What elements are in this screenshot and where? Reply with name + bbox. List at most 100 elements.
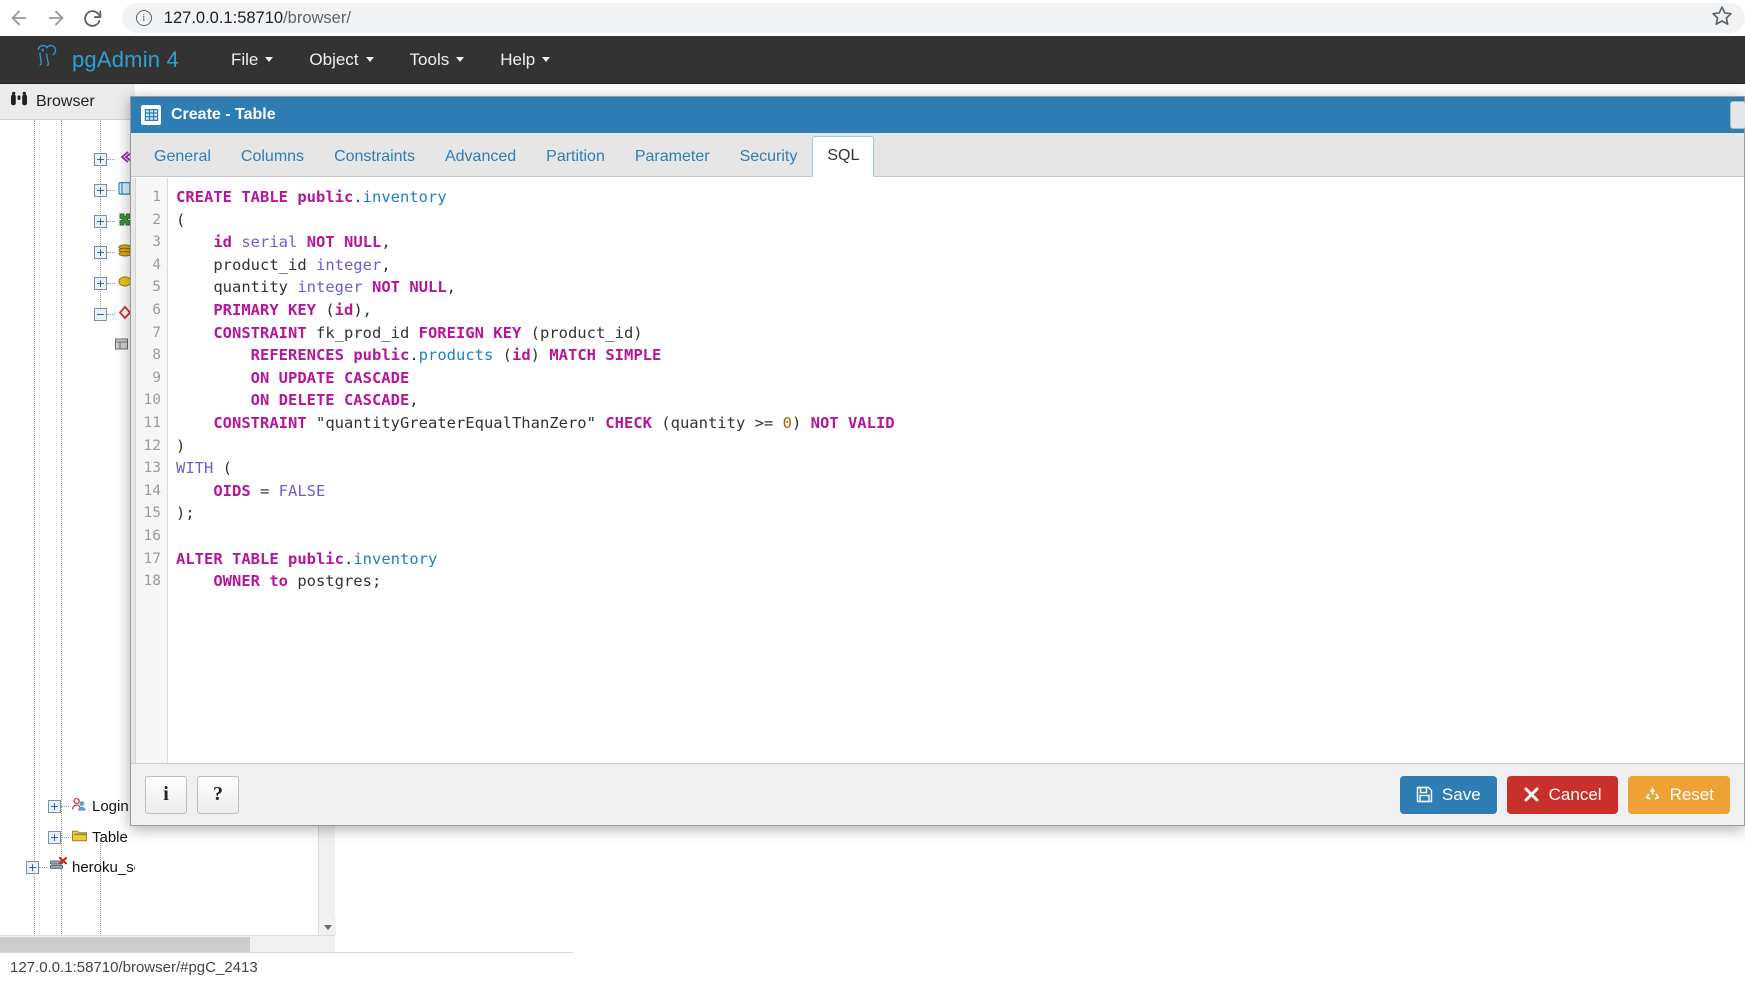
tree-horizontal-scrollbar[interactable] <box>0 935 335 952</box>
reload-icon[interactable] <box>75 0 112 36</box>
expander-plus-icon[interactable]: + <box>48 830 61 844</box>
sql-token: fk_prod_id <box>306 323 419 342</box>
chevron-down-icon <box>456 57 465 62</box>
tree-node[interactable]: + <box>94 272 133 294</box>
expander-plus-icon[interactable]: + <box>26 860 39 874</box>
info-button[interactable]: i <box>145 775 187 814</box>
tab-parameter[interactable]: Parameter <box>620 137 725 177</box>
table-icon <box>141 105 161 125</box>
tree-node-tablespaces[interactable]: + Table <box>48 826 128 848</box>
expander-minus-icon[interactable]: − <box>94 307 107 321</box>
sql-token: integer <box>297 278 363 297</box>
dialog-title: Create - Table <box>171 106 276 123</box>
dialog-title-bar: Create - Table <box>131 97 1745 133</box>
tree-dot-connector <box>107 313 115 315</box>
scroll-down-icon[interactable] <box>319 918 336 935</box>
sql-line-number: 2 <box>152 211 161 228</box>
sql-code-content[interactable]: CREATE TABLE public.inventory( id serial… <box>168 178 1744 763</box>
sql-token: NOT <box>372 278 400 297</box>
tree-node[interactable]: − <box>94 303 133 325</box>
save-button[interactable]: Save <box>1399 775 1497 814</box>
tree-node[interactable]: + <box>94 148 133 170</box>
sql-token: inventory <box>353 549 438 568</box>
sql-line-number: 8 <box>152 347 161 364</box>
menu-tools-label: Tools <box>409 49 450 69</box>
help-button[interactable]: ? <box>197 775 239 814</box>
tree-node[interactable]: + <box>94 179 133 201</box>
create-table-dialog: Create - Table General Columns Constrain… <box>130 96 1745 826</box>
app-root: i 127.0.0.1:58710/browser/ pgAdmin 4 Fil… <box>0 0 1745 982</box>
menu-tools[interactable]: Tools <box>392 44 483 76</box>
sql-token: serial <box>241 233 298 252</box>
sql-code-line: WITH ( <box>176 457 1744 480</box>
login-role-icon <box>71 797 88 816</box>
sql-code-line: ALTER TABLE public.inventory <box>176 548 1744 571</box>
sql-code-line: OIDS = FALSE <box>176 480 1744 503</box>
sql-code-line: id serial NOT NULL, <box>176 231 1744 254</box>
tree-node-label: Table <box>92 828 128 846</box>
menu-file-label: File <box>230 49 259 69</box>
sql-token: product_id <box>176 255 316 274</box>
tree-node-label: heroku_server <box>72 858 135 876</box>
tree-node[interactable]: + <box>94 241 133 263</box>
expander-plus-icon[interactable]: + <box>94 183 107 197</box>
sql-token: (product_id) <box>521 323 643 342</box>
tab-sql[interactable]: SQL <box>812 136 875 177</box>
brand: pgAdmin 4 <box>32 42 179 77</box>
back-icon[interactable] <box>0 0 37 36</box>
object-tree[interactable]: + + + + + − + Login + Table + heroku_s <box>0 120 135 952</box>
sql-token: (quantity >= <box>651 413 783 432</box>
sql-token: id <box>512 346 531 365</box>
tab-columns[interactable]: Columns <box>226 137 319 177</box>
sql-token: , <box>409 391 419 410</box>
dialog-maximize-button[interactable] <box>1730 101 1745 129</box>
reset-button[interactable]: Reset <box>1627 775 1730 814</box>
tab-general[interactable]: General <box>139 137 226 177</box>
chevron-down-icon <box>265 57 274 62</box>
tree-node-heroku-server[interactable]: + heroku_server <box>26 856 135 878</box>
expander-plus-icon[interactable]: + <box>48 799 61 813</box>
expander-plus-icon[interactable]: + <box>94 152 107 166</box>
star-icon[interactable] <box>1711 5 1733 32</box>
tree-horizontal-scrollbar-thumb[interactable] <box>0 937 250 952</box>
sql-token: NOT VALID <box>810 413 895 432</box>
sql-line-number: 12 <box>143 437 161 454</box>
tree-node[interactable]: + <box>94 210 133 232</box>
expander-plus-icon[interactable]: + <box>94 276 107 290</box>
menu-help[interactable]: Help <box>482 44 568 76</box>
tab-advanced[interactable]: Advanced <box>430 137 531 177</box>
tree-dot-connector <box>107 158 115 160</box>
sql-editor[interactable]: 1 2 3 4 5 6 7 8 9 10 11 12 13 14 15 16 17 18 CREATE TABLE… <box>131 177 1744 763</box>
cancel-button-label: Cancel <box>1548 784 1602 804</box>
chevron-down-icon <box>542 57 551 62</box>
tab-partition[interactable]: Partition <box>531 137 620 177</box>
cancel-button[interactable]: Cancel <box>1506 775 1618 814</box>
sql-token: FALSE <box>278 481 326 500</box>
tree-dot-connector <box>61 805 69 807</box>
site-info-icon[interactable]: i <box>135 10 152 26</box>
sql-token: , <box>446 278 457 297</box>
brand-text: pgAdmin 4 <box>72 46 179 72</box>
menu-object[interactable]: Object <box>291 44 391 76</box>
forward-icon[interactable] <box>37 0 74 36</box>
tab-security[interactable]: Security <box>725 137 813 177</box>
expander-plus-icon[interactable]: + <box>94 214 107 228</box>
tree-guide-line <box>34 120 35 952</box>
sql-code-line: quantity integer NOT NULL, <box>176 276 1744 299</box>
sql-code-line: ( <box>176 209 1744 232</box>
tree-node-login-roles[interactable]: + Login <box>48 795 129 817</box>
tree-node[interactable] <box>112 335 129 357</box>
menu-file[interactable]: File <box>213 44 291 76</box>
tree-dot-connector <box>39 866 47 868</box>
sql-token: . <box>343 549 354 568</box>
expander-plus-icon[interactable]: + <box>94 245 107 259</box>
floppy-disk-icon <box>1416 786 1442 803</box>
sql-token: id <box>213 233 232 252</box>
omnibox[interactable]: i 127.0.0.1:58710/browser/ <box>121 3 1745 33</box>
tab-constraints[interactable]: Constraints <box>319 137 430 177</box>
recycle-icon <box>1644 786 1670 803</box>
